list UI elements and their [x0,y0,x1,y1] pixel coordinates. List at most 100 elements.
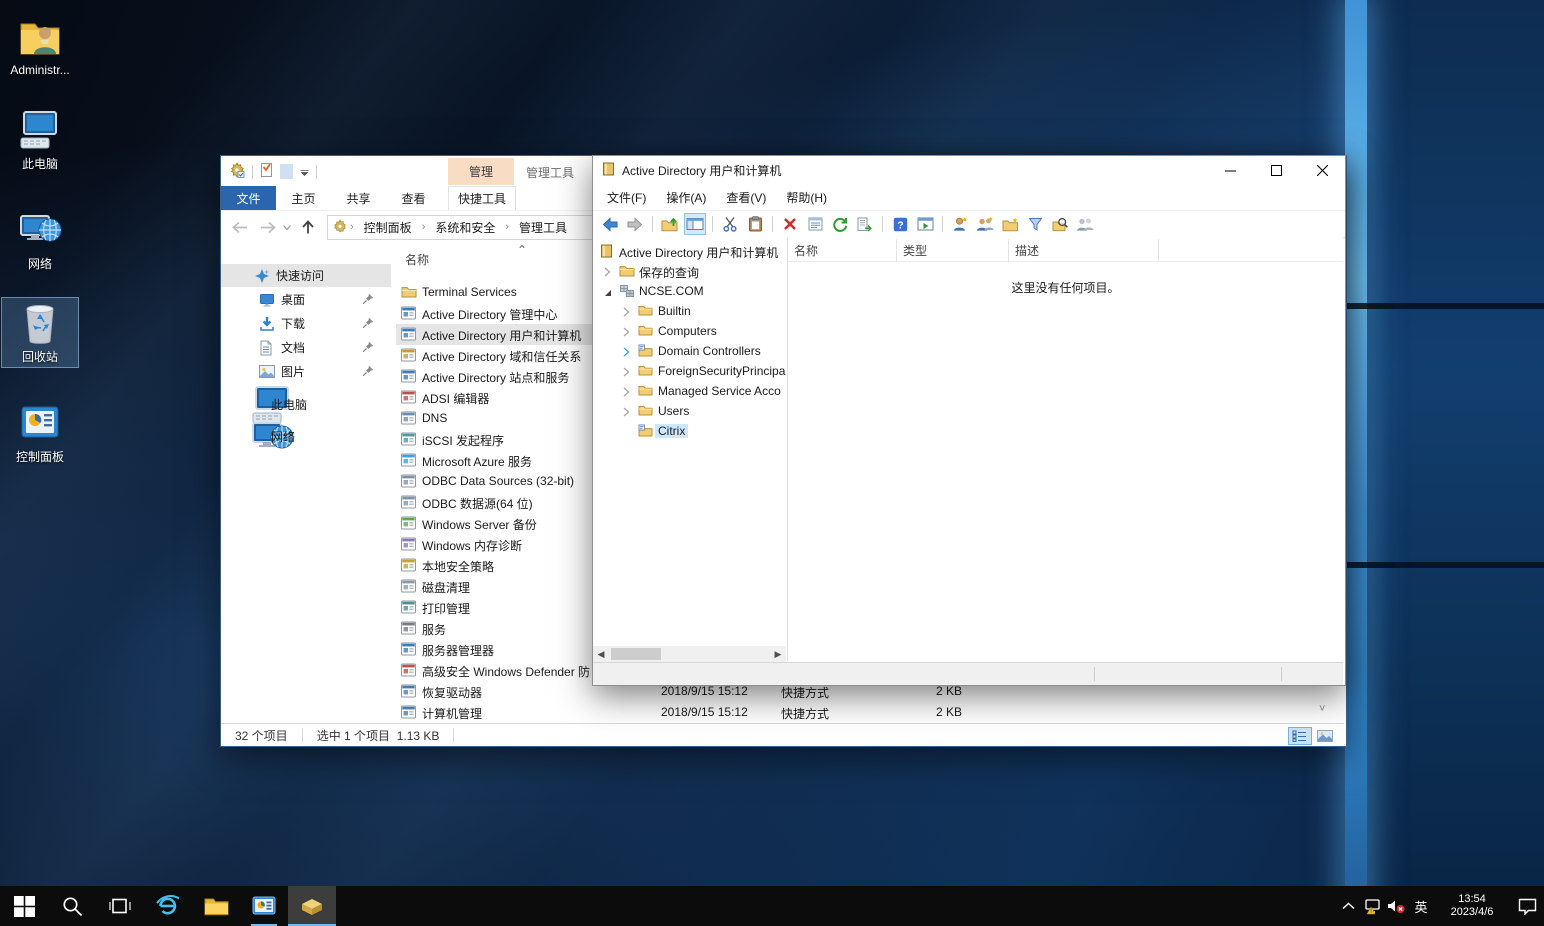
explorer-sidebar: 快速访问 桌面 下载 文档 图片 此电脑 [221,243,391,723]
special-permissions-icon[interactable] [1074,213,1096,235]
column-header-类型[interactable]: 类型 [897,239,1009,261]
scroll-left-arrow-icon[interactable]: ◀ [593,646,609,662]
taskbar-button-task-view[interactable] [96,886,144,926]
column-header-描述[interactable]: 描述 [1009,239,1159,261]
details-view-button[interactable] [1288,727,1312,745]
sidebar-item-downloads[interactable]: 下载 [221,312,391,335]
tab-share[interactable]: 共享 [331,186,386,210]
sidebar-item-pictures[interactable]: 图片 [221,360,391,383]
expand-chevron-icon[interactable] [603,266,611,280]
action-center-icon[interactable] [1510,886,1544,926]
taskbar-button-file-explorer[interactable] [192,886,240,926]
tree-item-foreignsecurityprincipa[interactable]: ForeignSecurityPrincipa [593,361,787,381]
new-folder-qat-icon[interactable] [280,164,293,179]
breadcrumb-control-panel[interactable]: 控制面板 [357,219,419,236]
scroll-right-arrow-icon[interactable]: ▶ [770,646,786,662]
back-icon[interactable] [231,221,249,234]
file-size: 2 KB [936,684,962,698]
expand-chevron-icon[interactable] [622,346,630,360]
forward-icon[interactable] [624,213,646,235]
tab-home[interactable]: 主页 [276,186,331,210]
new-group-icon[interactable] [974,213,996,235]
filter-icon[interactable] [1024,213,1046,235]
tab-file[interactable]: 文件 [221,186,276,210]
menu-help[interactable]: 帮助(H) [776,189,837,206]
desktop-icon-recycle-bin[interactable]: 回收站 [1,297,79,368]
delete-icon[interactable] [779,213,801,235]
show-console-tree-icon[interactable] [684,213,706,235]
tree-item-managed-service-acco[interactable]: Managed Service Acco [593,381,787,401]
up-one-level-icon[interactable] [659,213,681,235]
tree-item-citrix[interactable]: Citrix [593,421,787,441]
history-caret-icon[interactable] [283,225,291,230]
column-header-名称[interactable]: 名称 [788,239,897,261]
taskbar-button-internet-explorer[interactable] [144,886,192,926]
desktop-icon-network[interactable]: 网络 [1,204,79,275]
sidebar-item-this-pc[interactable]: 此电脑 [221,393,391,416]
minimize-button[interactable] [1207,156,1253,184]
tree-item-computers[interactable]: Computers [593,321,787,341]
taskbar-button-control-panel[interactable] [240,886,288,926]
column-header-name[interactable]: 名称 [405,251,429,268]
tree-item-domain-controllers[interactable]: Domain Controllers [593,341,787,361]
sidebar-item-quick-access[interactable]: 快速访问 [221,264,391,287]
breadcrumb-admin-tools[interactable]: 管理工具 [512,219,574,236]
qat-customize-caret-icon[interactable] [300,165,309,179]
network-warning-icon[interactable]: ! [1360,886,1384,926]
memory-icon [401,537,416,554]
taskbar-button-search[interactable] [48,886,96,926]
tab-view[interactable]: 查看 [386,186,441,210]
collapse-chevron-icon[interactable] [603,286,612,300]
new-user-icon[interactable] [949,213,971,235]
tree-horizontal-scrollbar[interactable]: ◀ ▶ [593,646,786,662]
cut-icon[interactable] [719,213,741,235]
sidebar-item-documents[interactable]: 文档 [221,336,391,359]
paste-icon[interactable] [744,213,766,235]
desktop-icon-this-pc[interactable]: 此电脑 [1,104,79,175]
find-icon[interactable] [1049,213,1071,235]
scrollbar-thumb[interactable] [611,648,661,660]
help-icon[interactable]: ? [889,213,911,235]
volume-muted-icon[interactable] [1384,886,1408,926]
new-ou-icon[interactable] [999,213,1021,235]
tree-item--[interactable]: 保存的查询 [593,261,787,281]
expand-chevron-icon[interactable] [622,306,630,320]
pin-icon [362,341,374,356]
new-window-icon[interactable] [914,213,936,235]
taskbar-button-start[interactable] [0,886,48,926]
tree-item-active-directory-[interactable]: Active Directory 用户和计算机 [593,241,787,261]
properties-icon[interactable] [804,213,826,235]
maximize-button[interactable] [1253,156,1299,184]
close-button[interactable] [1299,156,1345,184]
expand-chevron-icon[interactable] [622,406,630,420]
sort-ascending-icon[interactable]: ⌃ [517,243,527,257]
forward-icon[interactable] [259,221,277,234]
properties-qat-icon[interactable] [260,162,273,181]
thumbnail-view-button[interactable] [1313,727,1337,745]
backup-icon [401,516,416,533]
tray-chevron-up-icon[interactable] [1336,886,1360,926]
tree-item-users[interactable]: Users [593,401,787,421]
taskbar-button-ad-users-computers[interactable] [288,886,336,926]
up-icon[interactable] [301,220,315,235]
scrollbar-track[interactable] [609,646,770,662]
tab-shortcut-tools[interactable]: 快捷工具 [448,186,516,210]
expand-chevron-icon[interactable] [622,326,630,340]
sidebar-item-desktop[interactable]: 桌面 [221,288,391,311]
menu-action[interactable]: 操作(A) [656,189,716,206]
expand-chevron-icon[interactable] [622,386,630,400]
menu-view[interactable]: 查看(V) [716,189,776,206]
export-list-icon[interactable] [854,213,876,235]
back-icon[interactable] [599,213,621,235]
refresh-icon[interactable] [829,213,851,235]
taskbar-clock[interactable]: 13:54 2023/4/6 [1440,893,1504,919]
sidebar-item-network[interactable]: 网络 [221,425,391,448]
tree-item-ncse-com[interactable]: NCSE.COM [593,281,787,301]
desktop-icon-administrator[interactable]: Administr... [1,12,79,80]
menu-file[interactable]: 文件(F) [597,189,656,206]
tree-item-builtin[interactable]: Builtin [593,301,787,321]
expand-chevron-icon[interactable] [622,366,630,380]
ime-indicator[interactable]: 英 [1408,897,1434,916]
desktop-icon-control-panel[interactable]: 控制面板 [1,397,79,468]
breadcrumb-system-security[interactable]: 系统和安全 [428,219,502,236]
